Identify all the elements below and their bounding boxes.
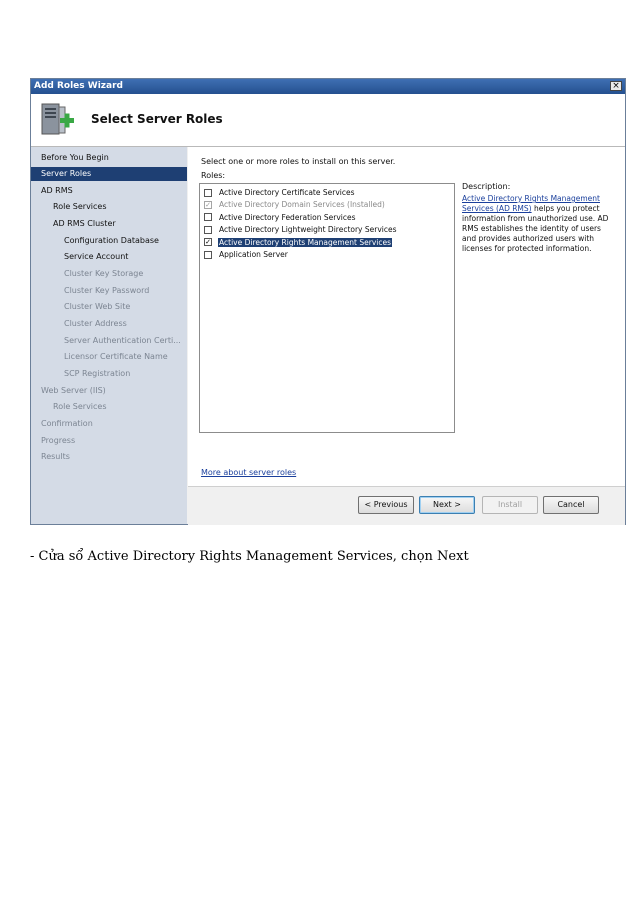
nav-step[interactable]: Cluster Key Storage <box>31 267 187 281</box>
previous-button[interactable]: < Previous <box>358 496 414 514</box>
nav-step[interactable]: Cluster Address <box>31 317 187 331</box>
role-item[interactable]: Active Directory Lightweight Directory S… <box>204 224 398 235</box>
description-text: Active Directory Rights Management Servi… <box>462 194 614 254</box>
role-label: Application Server <box>219 250 288 259</box>
title-bar[interactable]: Add Roles Wizard × <box>31 79 625 94</box>
nav-step[interactable]: Role Services <box>31 200 187 214</box>
cancel-button[interactable]: Cancel <box>543 496 599 514</box>
button-bar: < Previous Next > Install Cancel <box>188 486 625 525</box>
checkbox-icon[interactable] <box>204 225 212 234</box>
role-item[interactable]: ✓ Active Directory Domain Services (Insta… <box>204 199 386 210</box>
nav-step[interactable]: AD RMS <box>31 184 187 198</box>
description-label: Description: <box>462 182 511 191</box>
window-title: Add Roles Wizard <box>34 81 123 91</box>
add-roles-wizard-window: Add Roles Wizard × Select Server Roles B… <box>30 78 626 525</box>
nav-step[interactable]: Progress <box>31 434 187 448</box>
close-button[interactable]: × <box>610 81 622 91</box>
roles-label: Roles: <box>201 171 226 180</box>
nav-step[interactable]: Cluster Key Password <box>31 284 187 298</box>
nav-step[interactable]: SCP Registration <box>31 367 187 381</box>
role-label: Active Directory Lightweight Directory S… <box>219 225 397 235</box>
role-item[interactable]: ✓ Active Directory Rights Management Serv… <box>204 237 392 248</box>
nav-step[interactable]: Results <box>31 450 187 464</box>
wizard-steps-nav: Before You Begin Server Roles AD RMS Role S… <box>31 147 187 524</box>
nav-step[interactable]: Licensor Certificate Name <box>31 350 187 364</box>
nav-step[interactable]: Server Authentication Certi... <box>31 334 187 348</box>
nav-step[interactable]: Before You Begin <box>31 151 187 165</box>
role-label: Active Directory Federation Services <box>219 212 356 222</box>
instruction-text: Select one or more roles to install on t… <box>201 157 396 166</box>
roles-list[interactable]: Active Directory Certificate Services ✓ Ac… <box>199 183 455 433</box>
role-label: Active Directory Domain Services (Instal… <box>219 200 385 210</box>
nav-step[interactable]: Server Roles <box>31 167 187 181</box>
role-label: Active Directory Rights Management Servi… <box>218 237 392 247</box>
next-button[interactable]: Next > <box>419 496 475 514</box>
role-item[interactable]: Active Directory Federation Services <box>204 212 356 223</box>
role-label: Active Directory Certificate Services <box>219 188 355 197</box>
checkbox-icon[interactable] <box>204 188 212 197</box>
role-item[interactable]: Application Server <box>204 249 289 260</box>
checkbox-icon[interactable] <box>204 213 212 222</box>
page-title: Select Server Roles <box>91 112 223 126</box>
install-button[interactable]: Install <box>482 496 538 514</box>
nav-step[interactable]: Configuration Database <box>31 234 187 248</box>
checkbox-checked-icon[interactable]: ✓ <box>204 238 212 247</box>
checkbox-checked-icon[interactable]: ✓ <box>204 200 212 209</box>
nav-step[interactable]: Cluster Web Site <box>31 300 187 314</box>
more-about-server-roles-link[interactable]: More about server roles <box>201 468 296 477</box>
wizard-header: Select Server Roles <box>31 94 625 147</box>
nav-step[interactable]: Service Account <box>31 250 187 264</box>
nav-step[interactable]: Web Server (IIS) <box>31 384 187 398</box>
page-caption: - Cửa sổ Active Directory Rights Managem… <box>30 549 469 564</box>
nav-step[interactable]: Role Services <box>31 400 187 414</box>
checkbox-icon[interactable] <box>204 250 212 259</box>
server-add-role-icon <box>41 103 74 135</box>
nav-step[interactable]: Confirmation <box>31 417 187 431</box>
role-item[interactable]: Active Directory Certificate Services <box>204 187 356 198</box>
content-pane: Select one or more roles to install on t… <box>188 147 625 486</box>
nav-step[interactable]: AD RMS Cluster <box>31 217 187 231</box>
